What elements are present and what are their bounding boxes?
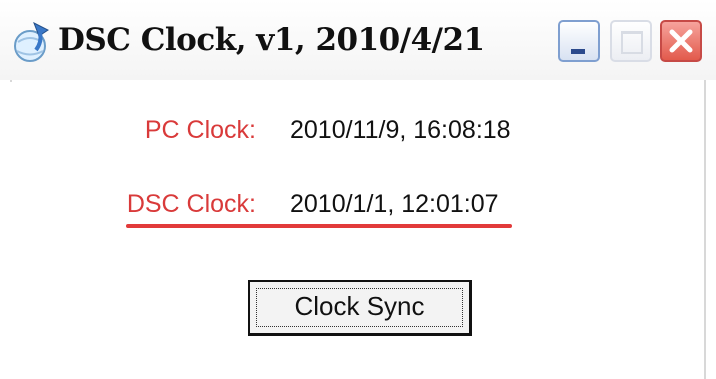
- dsc-clock-window: DSC Clock, v1, 2010/4/21 PC Clock: 2010/…: [0, 0, 716, 379]
- dsc-clock-label: DSC Clock:: [126, 190, 256, 218]
- clock-sync-button[interactable]: Clock Sync: [248, 280, 472, 336]
- pc-clock-label: PC Clock:: [144, 116, 256, 144]
- window-title: DSC Clock, v1, 2010/4/21: [58, 22, 485, 58]
- close-button[interactable]: [660, 20, 702, 62]
- maximize-button: [610, 20, 652, 62]
- minimize-button[interactable]: [558, 20, 600, 62]
- clock-sync-label: Clock Sync: [294, 291, 425, 321]
- dsc-clock-value: 2010/1/1, 12:01:07: [290, 190, 499, 218]
- close-icon: [669, 29, 693, 53]
- dsc-clock-highlight-underline: [126, 224, 512, 228]
- title-bar[interactable]: DSC Clock, v1, 2010/4/21: [0, 0, 716, 80]
- globe-arrow-icon: [12, 20, 52, 64]
- pc-clock-value: 2010/11/9, 16:08:18: [290, 116, 511, 144]
